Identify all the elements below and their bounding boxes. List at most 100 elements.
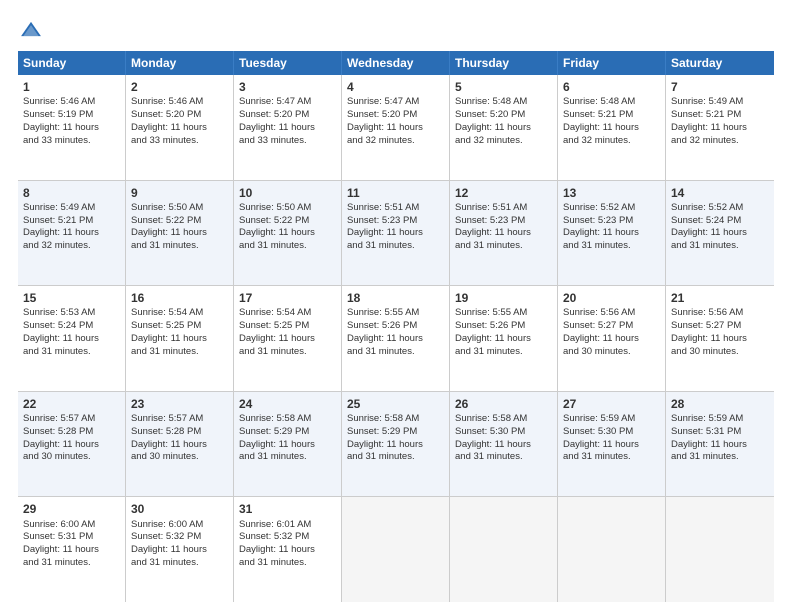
daylight-text: Daylight: 11 hours xyxy=(239,333,315,344)
day-number: 28 xyxy=(671,396,769,412)
daylight-minutes: and 31 minutes. xyxy=(239,346,307,357)
daylight-minutes: and 31 minutes. xyxy=(671,240,739,251)
sunset-text: Sunset: 5:24 PM xyxy=(23,320,93,331)
calendar-cell: 25Sunrise: 5:58 AMSunset: 5:29 PMDayligh… xyxy=(342,392,450,497)
sunset-text: Sunset: 5:21 PM xyxy=(23,215,93,226)
calendar-cell: 19Sunrise: 5:55 AMSunset: 5:26 PMDayligh… xyxy=(450,286,558,391)
day-number: 27 xyxy=(563,396,660,412)
calendar-cell: 17Sunrise: 5:54 AMSunset: 5:25 PMDayligh… xyxy=(234,286,342,391)
day-number: 4 xyxy=(347,79,444,95)
daylight-text: Daylight: 11 hours xyxy=(563,439,639,450)
calendar-cell: 6Sunrise: 5:48 AM Sunset: 5:21 PM Daylight… xyxy=(558,75,666,180)
header-day-thursday: Thursday xyxy=(450,51,558,75)
day-number: 3 xyxy=(239,79,336,95)
daylight-text: Daylight: 11 hours xyxy=(347,439,423,450)
sunset-text: Sunset: 5:21 PM xyxy=(563,109,633,120)
daylight-text: Daylight: 11 hours xyxy=(23,227,99,238)
daylight-minutes: and 31 minutes. xyxy=(239,451,307,462)
daylight-text: Daylight: 11 hours xyxy=(23,122,99,133)
calendar-cell: 15Sunrise: 5:53 AMSunset: 5:24 PMDayligh… xyxy=(18,286,126,391)
sunrise-text: Sunrise: 5:54 AM xyxy=(131,307,203,318)
calendar-cell xyxy=(558,497,666,602)
daylight-text: Daylight: 11 hours xyxy=(23,439,99,450)
daylight-minutes: and 31 minutes. xyxy=(131,557,199,568)
daylight-minutes: and 31 minutes. xyxy=(563,240,631,251)
day-number: 13 xyxy=(563,185,660,201)
daylight-text: Daylight: 11 hours xyxy=(23,544,99,555)
daylight-minutes: and 32 minutes. xyxy=(455,135,523,146)
calendar-cell: 27Sunrise: 5:59 AMSunset: 5:30 PMDayligh… xyxy=(558,392,666,497)
day-number: 17 xyxy=(239,290,336,306)
header-day-saturday: Saturday xyxy=(666,51,774,75)
calendar-cell xyxy=(450,497,558,602)
calendar-cell: 1Sunrise: 5:46 AMSunset: 5:19 PMDaylight… xyxy=(18,75,126,180)
daylight-text: Daylight: 11 hours xyxy=(671,122,747,133)
sunset-text: Sunset: 5:27 PM xyxy=(671,320,741,331)
header-day-friday: Friday xyxy=(558,51,666,75)
sunrise-text: Sunrise: 5:50 AM xyxy=(239,202,311,213)
sunset-text: Sunset: 5:28 PM xyxy=(131,426,201,437)
sunrise-text: Sunrise: 5:59 AM xyxy=(671,413,743,424)
sunrise-text: Sunrise: 5:55 AM xyxy=(455,307,527,318)
calendar-cell: 10Sunrise: 5:50 AMSunset: 5:22 PMDayligh… xyxy=(234,181,342,286)
daylight-minutes: and 33 minutes. xyxy=(23,135,91,146)
sunrise-text: Sunrise: 6:00 AM xyxy=(131,519,203,530)
calendar-cell: 30Sunrise: 6:00 AMSunset: 5:32 PMDayligh… xyxy=(126,497,234,602)
daylight-minutes: and 30 minutes. xyxy=(563,346,631,357)
sunset-text: Sunset: 5:22 PM xyxy=(239,215,309,226)
sunrise-text: Sunrise: 5:46 AM xyxy=(131,96,203,107)
day-number: 29 xyxy=(23,501,120,517)
daylight-text: Daylight: 11 hours xyxy=(455,439,531,450)
sunrise-text: Sunrise: 5:58 AM xyxy=(239,413,311,424)
daylight-text: Daylight: 11 hours xyxy=(563,227,639,238)
sunrise-text: Sunrise: 5:55 AM xyxy=(347,307,419,318)
daylight-minutes: and 31 minutes. xyxy=(131,346,199,357)
sunrise-text: Sunrise: 5:48 AM xyxy=(563,96,635,107)
daylight-text: Daylight: 11 hours xyxy=(671,439,747,450)
sunrise-text: Sunrise: 5:47 AM xyxy=(347,96,419,107)
daylight-minutes: and 31 minutes. xyxy=(563,451,631,462)
daylight-text: Daylight: 11 hours xyxy=(455,227,531,238)
calendar-cell: 13Sunrise: 5:52 AMSunset: 5:23 PMDayligh… xyxy=(558,181,666,286)
sunset-text: Sunset: 5:28 PM xyxy=(23,426,93,437)
sunrise-text: Sunrise: 5:59 AM xyxy=(563,413,635,424)
day-number: 6 xyxy=(563,79,660,95)
day-number: 23 xyxy=(131,396,228,412)
sunset-text: Sunset: 5:25 PM xyxy=(131,320,201,331)
calendar-cell: 12Sunrise: 5:51 AMSunset: 5:23 PMDayligh… xyxy=(450,181,558,286)
day-number: 1 xyxy=(23,79,120,95)
sunset-text: Sunset: 5:29 PM xyxy=(239,426,309,437)
daylight-minutes: and 32 minutes. xyxy=(671,135,739,146)
daylight-text: Daylight: 11 hours xyxy=(23,333,99,344)
sunrise-text: Sunrise: 5:48 AM xyxy=(455,96,527,107)
calendar-cell: 18Sunrise: 5:55 AMSunset: 5:26 PMDayligh… xyxy=(342,286,450,391)
sunrise-text: Sunrise: 5:54 AM xyxy=(239,307,311,318)
daylight-minutes: and 32 minutes. xyxy=(347,135,415,146)
sunset-text: Sunset: 5:26 PM xyxy=(347,320,417,331)
calendar-week-1: 1Sunrise: 5:46 AMSunset: 5:19 PMDaylight… xyxy=(18,75,774,181)
sunset-text: Sunset: 5:22 PM xyxy=(131,215,201,226)
daylight-text: Daylight: 11 hours xyxy=(347,333,423,344)
sunrise-text: Sunrise: 5:58 AM xyxy=(347,413,419,424)
daylight-minutes: and 30 minutes. xyxy=(131,451,199,462)
daylight-minutes: and 31 minutes. xyxy=(23,557,91,568)
daylight-minutes: and 31 minutes. xyxy=(239,557,307,568)
daylight-minutes: and 31 minutes. xyxy=(131,240,199,251)
calendar-cell: 31Sunrise: 6:01 AMSunset: 5:32 PMDayligh… xyxy=(234,497,342,602)
calendar-header: SundayMondayTuesdayWednesdayThursdayFrid… xyxy=(18,51,774,75)
calendar-cell: 9Sunrise: 5:50 AMSunset: 5:22 PMDaylight… xyxy=(126,181,234,286)
day-number: 9 xyxy=(131,185,228,201)
daylight-text: Daylight: 11 hours xyxy=(563,122,639,133)
sunrise-text: Sunrise: 5:57 AM xyxy=(23,413,95,424)
daylight-text: Daylight: 11 hours xyxy=(455,122,531,133)
daylight-minutes: and 31 minutes. xyxy=(455,240,523,251)
calendar-week-3: 15Sunrise: 5:53 AMSunset: 5:24 PMDayligh… xyxy=(18,286,774,392)
sunset-text: Sunset: 5:20 PM xyxy=(347,109,417,120)
daylight-text: Daylight: 11 hours xyxy=(239,544,315,555)
daylight-text: Daylight: 11 hours xyxy=(671,333,747,344)
calendar-week-4: 22Sunrise: 5:57 AMSunset: 5:28 PMDayligh… xyxy=(18,392,774,498)
calendar-cell: 16Sunrise: 5:54 AMSunset: 5:25 PMDayligh… xyxy=(126,286,234,391)
daylight-text: Daylight: 11 hours xyxy=(131,439,207,450)
calendar-cell: 20Sunrise: 5:56 AMSunset: 5:27 PMDayligh… xyxy=(558,286,666,391)
day-number: 7 xyxy=(671,79,769,95)
